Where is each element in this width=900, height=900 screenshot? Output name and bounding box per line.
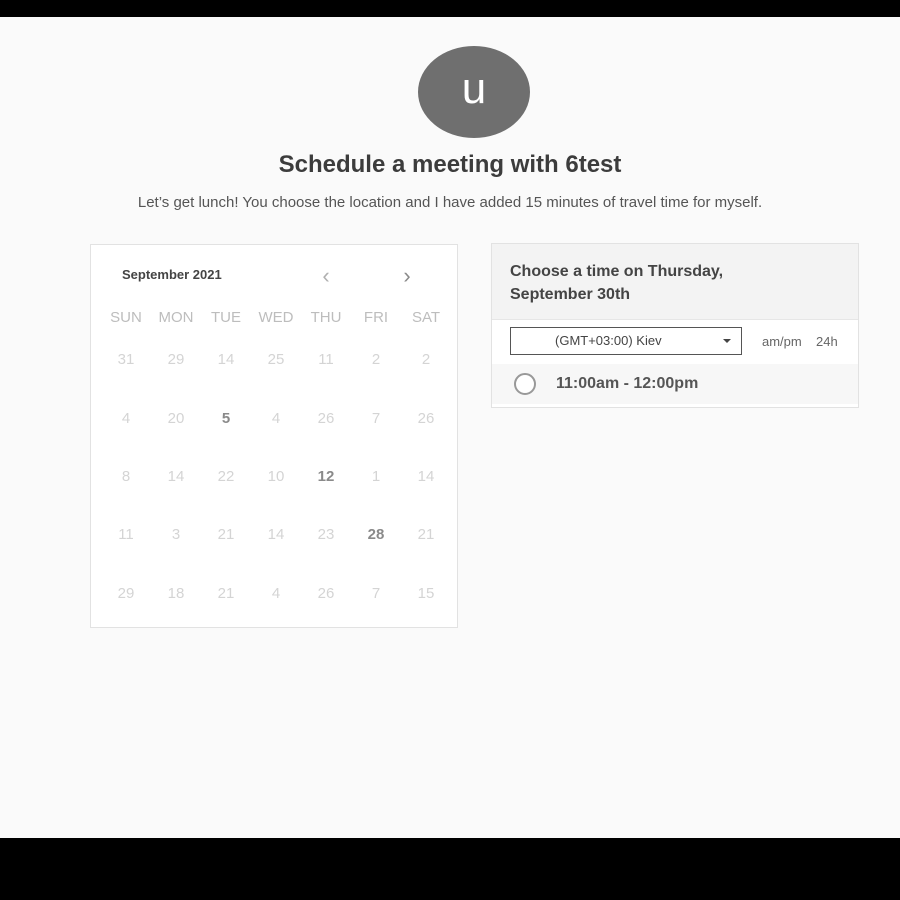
calendar: September 2021 ‹ › SUN MON TUE WED THU FRI SAT… [90, 244, 458, 628]
previous-month-icon[interactable]: ‹ [316, 265, 336, 287]
calendar-day: 7 [371, 585, 381, 602]
weekday-label: THU [310, 309, 342, 326]
calendar-day: 14 [417, 468, 435, 485]
weekday-label: TUE [211, 309, 241, 326]
calendar-day: 14 [217, 351, 235, 368]
calendar-day: 23 [317, 526, 335, 543]
calendar-day: 15 [417, 585, 435, 602]
event-description: Let’s get lunch! You choose the location… [137, 194, 763, 211]
calendar-month-label: September 2021 [122, 267, 222, 282]
calendar-day: 26 [317, 585, 335, 602]
calendar-day: 20 [167, 410, 185, 427]
time-slot-header: Choose a time on Thursday, September 30t… [492, 244, 858, 320]
calendar-day: 4 [271, 410, 281, 427]
calendar-day: 26 [417, 410, 435, 427]
calendar-day: 21 [417, 526, 435, 543]
calendar-day: 14 [267, 526, 285, 543]
time-slot-label: 11:00am - 12:00pm [556, 375, 699, 392]
calendar-day: 1 [371, 468, 381, 485]
calendar-day: 11 [318, 351, 334, 368]
time-slot-option[interactable]: 11:00am - 12:00pm [492, 364, 858, 404]
timezone-value: (GMT+03:00) Kiev [555, 333, 662, 348]
calendar-day: 4 [121, 410, 131, 427]
weekday-label: SAT [411, 309, 441, 326]
calendar-day: 7 [371, 410, 381, 427]
calendar-day: 10 [267, 468, 285, 485]
calendar-day: 31 [117, 351, 135, 368]
calendar-day-available[interactable]: 28 [351, 526, 401, 543]
calendar-day: 4 [271, 585, 281, 602]
weekday-label: FRI [363, 309, 389, 326]
calendar-day-available[interactable]: 5 [201, 410, 251, 427]
calendar-day: 11 [118, 526, 134, 543]
weekday-label: SUN [110, 309, 142, 326]
calendar-day: 29 [117, 585, 135, 602]
time-slot-heading: Choose a time on Thursday, September 30t… [510, 263, 724, 303]
bottom-black-bar [0, 838, 900, 900]
calendar-day-available[interactable]: 12 [301, 468, 351, 485]
calendar-day: 14 [167, 468, 185, 485]
calendar-day: 22 [217, 468, 235, 485]
calendar-day: 29 [167, 351, 185, 368]
next-month-icon[interactable]: › [397, 265, 417, 287]
weekday-label: MON [158, 309, 194, 326]
caret-down-icon [723, 339, 731, 343]
calendar-day: 25 [267, 351, 285, 368]
timezone-select[interactable]: (GMT+03:00) Kiev [510, 327, 742, 355]
calendar-day: 18 [167, 585, 185, 602]
ampm-toggle[interactable]: am/pm [762, 334, 802, 349]
calendar-day: 26 [317, 410, 335, 427]
calendar-day: 2 [421, 351, 431, 368]
time-slot-panel: Choose a time on Thursday, September 30t… [491, 243, 859, 408]
calendar-day: 21 [217, 585, 235, 602]
calendar-day: 21 [217, 526, 235, 543]
page-title: Schedule a meeting with 6test [278, 151, 622, 178]
weekday-label: WED [258, 309, 294, 326]
radio-button-icon[interactable] [514, 373, 536, 395]
calendar-day: 8 [121, 468, 131, 485]
calendar-day: 3 [171, 526, 181, 543]
24h-toggle[interactable]: 24h [816, 334, 838, 349]
scheduling-page: u Schedule a meeting with 6test Let’s ge… [0, 17, 900, 838]
calendar-day: 2 [371, 351, 381, 368]
avatar: u [418, 46, 530, 138]
